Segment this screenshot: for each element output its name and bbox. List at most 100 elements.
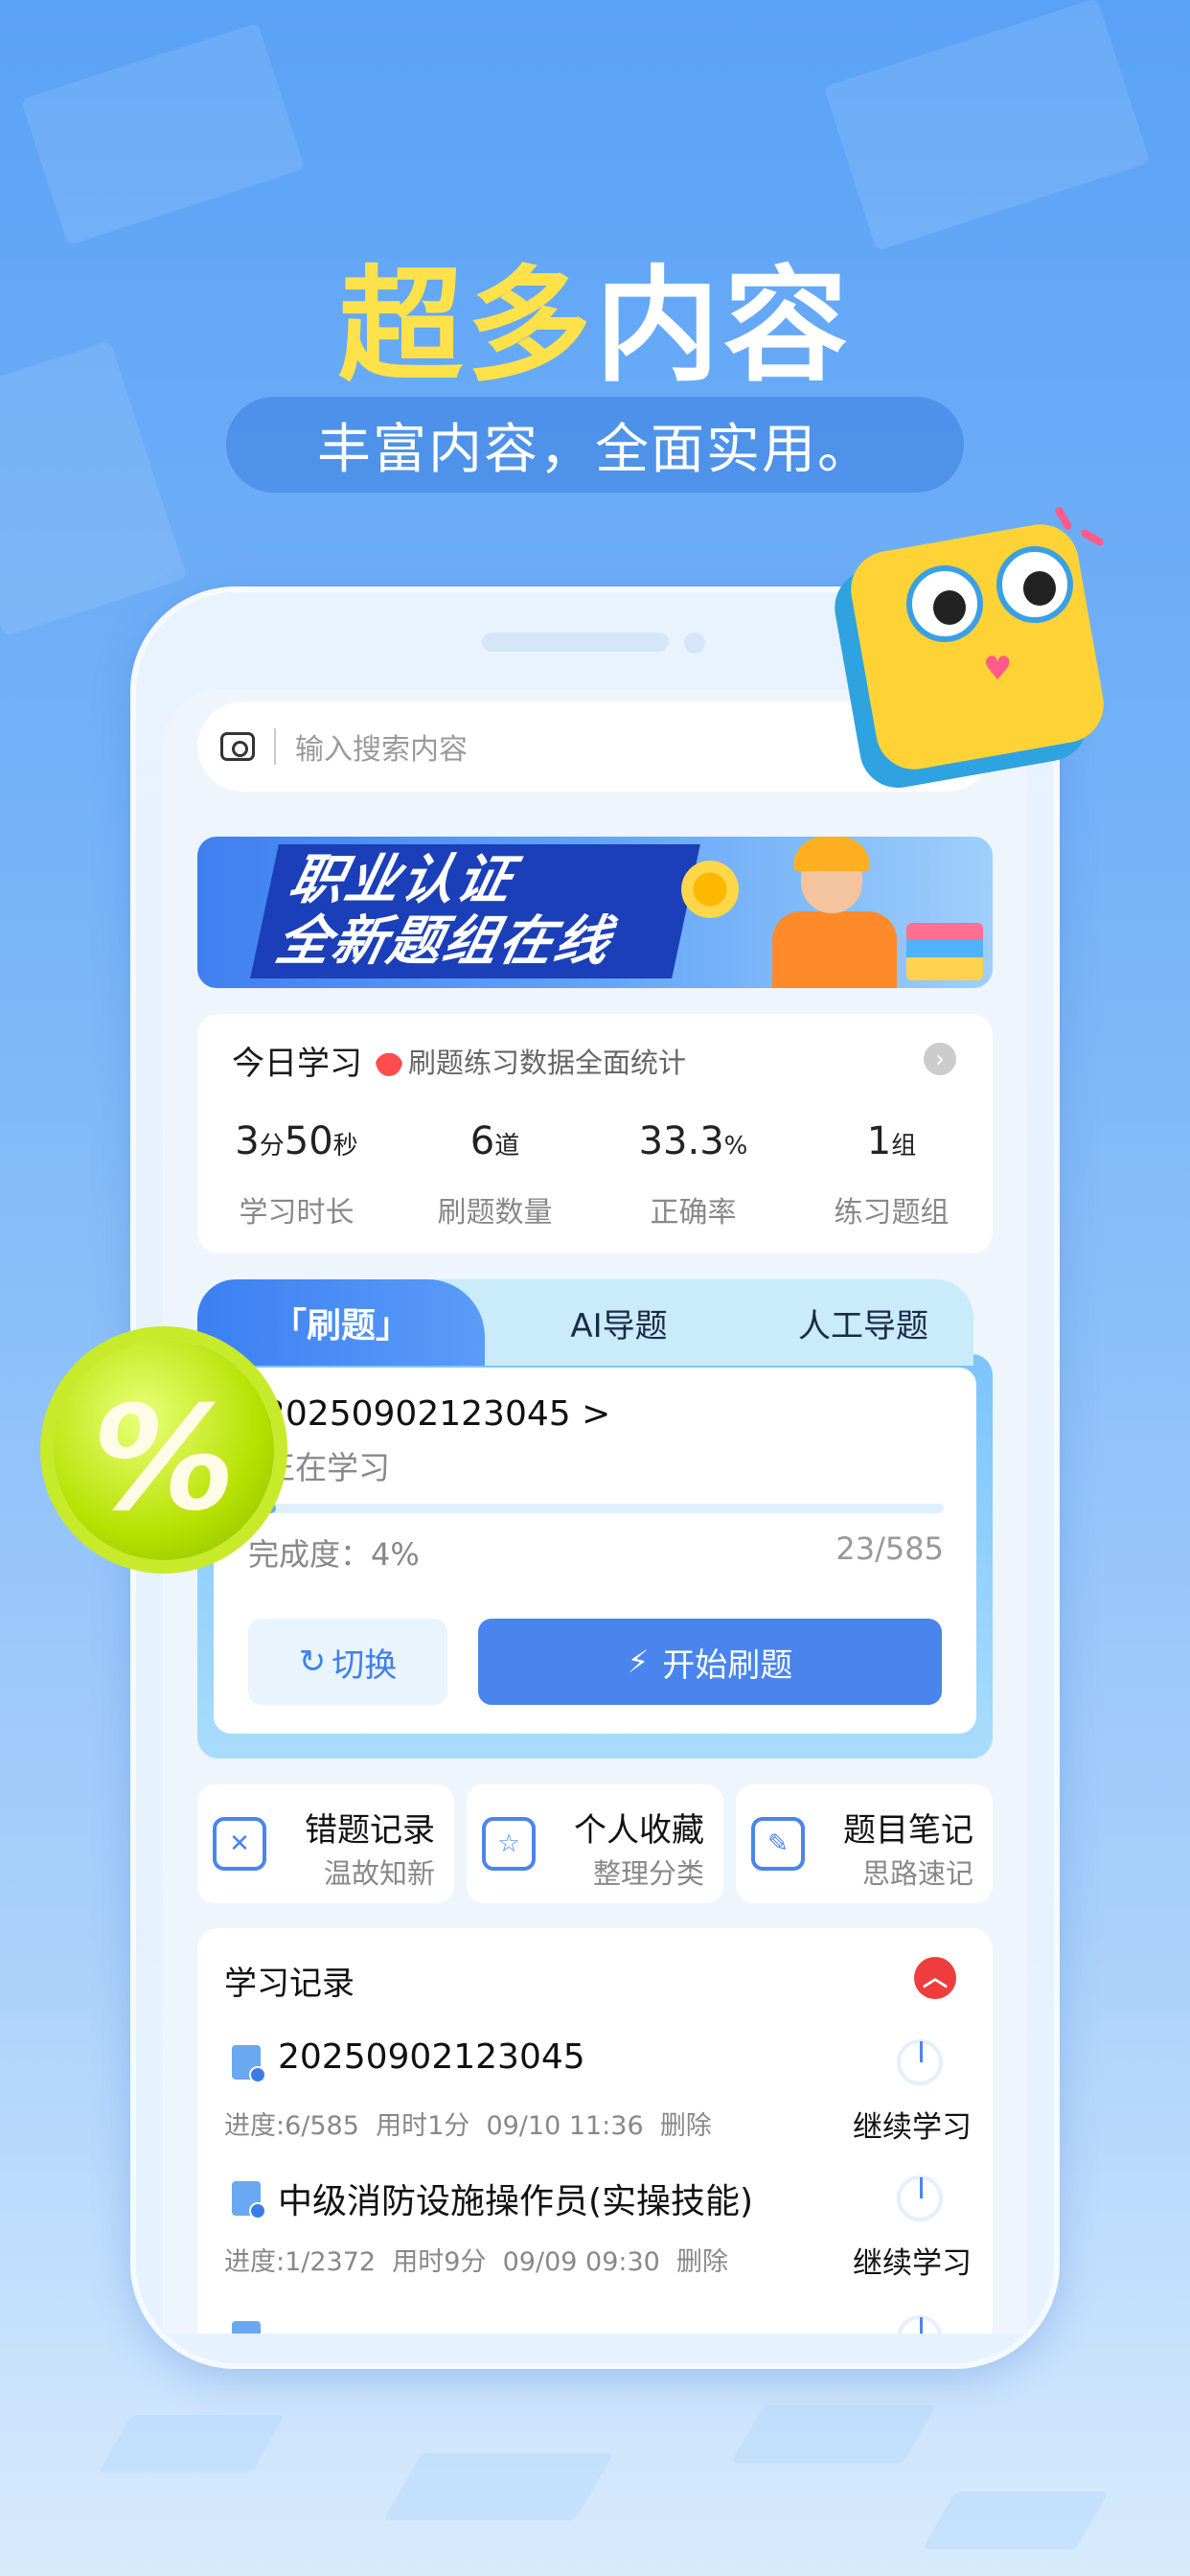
background-tile (382, 2453, 614, 2520)
stat-study-time: 3分50秒 学习时长 (197, 1119, 396, 1230)
mascot-book (844, 518, 1110, 776)
switch-button[interactable]: ↻ 切换 (248, 1619, 447, 1705)
record-item[interactable]: 20250902123045 进度:6/585 用时1分 09/10 11:36… (224, 2036, 972, 2160)
refresh-icon: ↻ (298, 1643, 327, 1681)
record-meta: 进度:1/2372 用时9分 09/09 09:30 删除 (224, 2241, 728, 2278)
notes-edit-icon: ✎ (751, 1817, 805, 1871)
start-label: 开始刷题 (662, 1645, 793, 1685)
continue-study-button[interactable]: 继续学习 (853, 2103, 972, 2146)
record-name: 20250902123045 (278, 2037, 585, 2077)
today-header: 今日学习 刷题练习数据全面统计 (232, 1037, 686, 1084)
tool-name: 个人收藏 (574, 1811, 704, 1850)
phone-speaker (482, 632, 669, 652)
practice-body: 20250902123045 > 正在学习 完成度：4% 23/585 ↻ 切换 … (197, 1354, 993, 1759)
stat-question-count: 6道 刷题数量 (396, 1119, 594, 1230)
hot-fire-icon (376, 1045, 402, 1076)
headline-highlight: 超多 (337, 253, 595, 399)
study-records: 学习记录 ︿ 20250902123045 进度:6/585 用时1分 09/1… (197, 1928, 993, 2334)
mascot-eye (996, 546, 1073, 623)
tool-name: 错题记录 (305, 1811, 435, 1850)
record-meta: 进度:6/585 用时1分 09/10 11:36 删除 (224, 2104, 712, 2142)
sunflower-illustration (676, 856, 744, 923)
stat-label: 练习题组 (834, 1196, 950, 1230)
search-placeholder[interactable]: 输入搜索内容 (295, 725, 468, 768)
record-date: 09/09 09:30 (502, 2247, 660, 2277)
today-study-card[interactable]: 今日学习 刷题练习数据全面统计 › 3分50秒 学习时长 6道 刷题数量 33.… (197, 1014, 993, 1254)
headline: 超多内容 (0, 225, 1190, 405)
document-icon (232, 2045, 266, 2083)
stat-value: 3分50秒 (235, 1119, 358, 1163)
start-practice-button[interactable]: ⚡ 开始刷题 (478, 1619, 942, 1705)
stat-value: 33.3% (638, 1119, 748, 1163)
tool-name: 题目笔记 (843, 1811, 973, 1850)
percent-icon: % (91, 1376, 237, 1543)
headline-rest: 内容 (595, 253, 853, 399)
lightning-icon: ⚡ (627, 1644, 650, 1680)
tab-ai-guide[interactable]: AI导题 (504, 1279, 734, 1366)
record-name: 中级消防设施操作员(实操技能) (278, 2182, 754, 2221)
stat-value: 6道 (469, 1119, 520, 1163)
tool-notes[interactable]: ✎ 题目笔记 思路速记 (736, 1784, 993, 1903)
progress-ring (897, 2175, 943, 2221)
book-mascot-illustration: ♥ (834, 508, 1131, 795)
background-shape (20, 22, 306, 246)
search-divider (274, 728, 276, 765)
books-illustration (906, 923, 983, 980)
stat-label: 学习时长 (239, 1196, 355, 1230)
question-set-link[interactable]: 20250902123045 > (263, 1394, 610, 1434)
record-delete-link[interactable]: 删除 (676, 2247, 728, 2277)
chevron-right-icon[interactable]: › (924, 1043, 956, 1075)
banner-title: 职业认证 全新题组在线 (250, 844, 700, 978)
stat-value: 1组 (866, 1119, 917, 1163)
worker-vest (772, 911, 897, 988)
banner-line-2: 全新题组在线 (270, 910, 618, 973)
worker-illustration (763, 837, 906, 988)
tool-subtitle: 温故知新 (323, 1857, 435, 1890)
progress-count: 23/585 (835, 1530, 944, 1567)
background-tile (730, 2405, 937, 2463)
progress-bar (248, 1504, 944, 1513)
worker-helmet (793, 837, 870, 871)
continue-study-button[interactable]: 继续学习 (853, 2239, 972, 2282)
today-description: 刷题练习数据全面统计 (408, 1046, 687, 1079)
background-shape (823, 0, 1151, 251)
record-duration: 用时1分 (376, 2111, 470, 2141)
percent-badge-illustration: % (34, 1321, 293, 1579)
tool-subtitle: 整理分类 (592, 1857, 704, 1890)
heart-icon: ♥ (983, 650, 1013, 688)
record-progress: 进度:6/585 (224, 2111, 359, 2141)
phone-camera (684, 632, 705, 654)
stat-question-groups: 1组 练习题组 (792, 1119, 991, 1230)
background-tile (98, 2415, 286, 2472)
record-date: 09/10 11:36 (486, 2111, 644, 2141)
tool-shortcuts: ✕ 错题记录 温故知新 ☆ 个人收藏 整理分类 ✎ 题目笔记 思路速记 (197, 1784, 993, 1903)
favorites-star-icon: ☆ (482, 1817, 536, 1871)
subtitle-pill: 丰富内容，全面实用。 (226, 397, 964, 493)
progress-ring (897, 2039, 943, 2085)
stat-label: 刷题数量 (437, 1196, 553, 1230)
record-delete-link[interactable]: 删除 (660, 2111, 712, 2141)
record-item[interactable]: 中级消防设施操作员(实操技能) 进度:1/2372 用时9分 09/09 09:… (224, 2172, 972, 2296)
background-tile (922, 2492, 1110, 2549)
banner-line-1: 职业认证 (284, 849, 519, 911)
mascot-eye (906, 565, 983, 642)
today-stats: 3分50秒 学习时长 6道 刷题数量 33.3% 正确率 1组 练习题组 (197, 1119, 993, 1230)
tool-wrong-questions[interactable]: ✕ 错题记录 温故知新 (197, 1784, 454, 1903)
promo-banner[interactable]: 职业认证 全新题组在线 (197, 837, 993, 988)
stat-accuracy: 33.3% 正确率 (594, 1119, 792, 1230)
document-icon (232, 2321, 261, 2334)
collapse-up-icon[interactable]: ︿ (914, 1957, 956, 1999)
camera-icon[interactable] (220, 732, 255, 761)
wrong-questions-icon: ✕ (213, 1817, 266, 1871)
tool-favorites[interactable]: ☆ 个人收藏 整理分类 (467, 1784, 723, 1903)
progress-ring (897, 2315, 943, 2334)
records-title: 学习记录 (224, 1965, 355, 2003)
record-duration: 用时9分 (392, 2247, 487, 2277)
today-title: 今日学习 (232, 1045, 362, 1083)
practice-tabs: 「刷题」 AI导题 人工导题 (197, 1279, 973, 1366)
record-progress: 进度:1/2372 (224, 2247, 377, 2277)
record-item-partial (224, 2312, 972, 2334)
practice-card: 20250902123045 > 正在学习 完成度：4% 23/585 ↻ 切换 … (214, 1368, 976, 1734)
tab-manual-guide[interactable]: 人工导题 (753, 1279, 973, 1366)
switch-label: 切换 (332, 1645, 398, 1685)
